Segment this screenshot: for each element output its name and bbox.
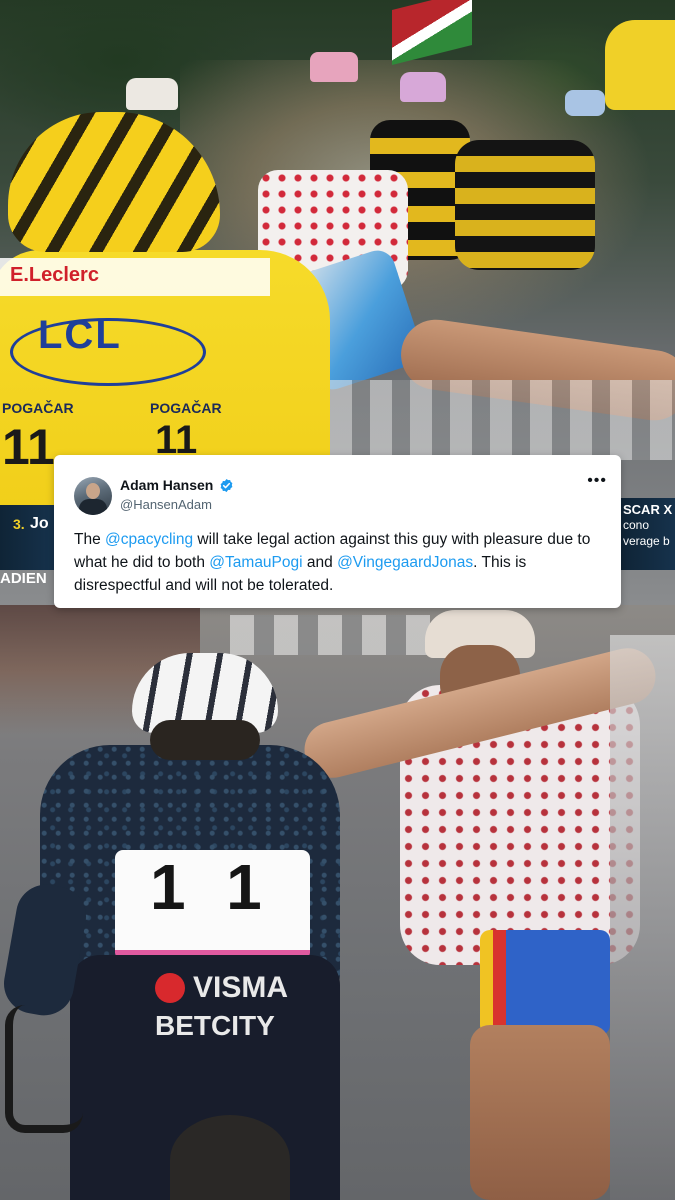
overlay-name: Jo [30, 515, 49, 532]
tweet-text: The @cpacycling will take legal action a… [74, 528, 609, 597]
jersey-number-left: 11 [2, 419, 55, 475]
sponsor-brand: E.Leclerc [10, 264, 99, 286]
mention-tamaupogi[interactable]: @TamauPogi [209, 554, 302, 571]
tweet-card[interactable]: Adam Hansen @HansenAdam ••• The @cpacycl… [54, 455, 621, 608]
avatar[interactable] [74, 477, 112, 515]
tweet-text-part: The [74, 531, 106, 548]
bike-wheel [170, 1115, 290, 1200]
mention-vingegaardjonas[interactable]: @VingegaardJonas [337, 554, 473, 571]
race-number: 11 [150, 851, 306, 923]
user-handle[interactable]: @HansenAdam [120, 497, 212, 512]
fan-hat-blue [565, 90, 605, 116]
verified-badge-icon [220, 478, 233, 493]
display-name[interactable]: Adam Hansen [120, 477, 213, 493]
fan-hat-white [126, 78, 178, 110]
brand-betcity: BETCITY [155, 1010, 275, 1041]
road-markings [230, 615, 430, 655]
jersey-name-left: POGAČAR [2, 400, 74, 416]
rider-visma-neck [150, 720, 260, 760]
jersey-name-right: POGAČAR [150, 400, 222, 416]
overlay-right-line2: cono [623, 518, 650, 532]
more-horizontal-icon[interactable]: ••• [587, 473, 607, 489]
flag [392, 0, 472, 65]
overlay-right-line1: SCAR X [623, 502, 673, 517]
fan-shorts [480, 930, 610, 1035]
fan-hat-yellow [605, 20, 675, 110]
fan-striped-2 [455, 140, 595, 270]
road-top [330, 380, 675, 460]
overlay-rank: 3. [13, 516, 25, 532]
mention-cpacycling[interactable]: @cpacycling [105, 531, 193, 548]
tweet-text-part: and [302, 554, 338, 571]
brand-visma: VISMA [193, 971, 289, 1004]
avatar-face [86, 483, 100, 499]
fan-hat-lilac [400, 72, 446, 102]
avatar-shirt [79, 499, 107, 515]
handlebar [5, 1005, 83, 1133]
sponsor-lcl: LCL [38, 313, 122, 357]
video-frame-bottom: 11 VISMA BETCITY [0, 605, 675, 1200]
fan-legs [470, 1025, 610, 1200]
overlay-right-line3: verage b [623, 534, 670, 548]
overlay-sub: ADIEN [0, 570, 47, 587]
spectator-right [610, 635, 675, 1200]
fan-hat-pink [310, 52, 358, 82]
visma-logo-badge [155, 973, 185, 1003]
